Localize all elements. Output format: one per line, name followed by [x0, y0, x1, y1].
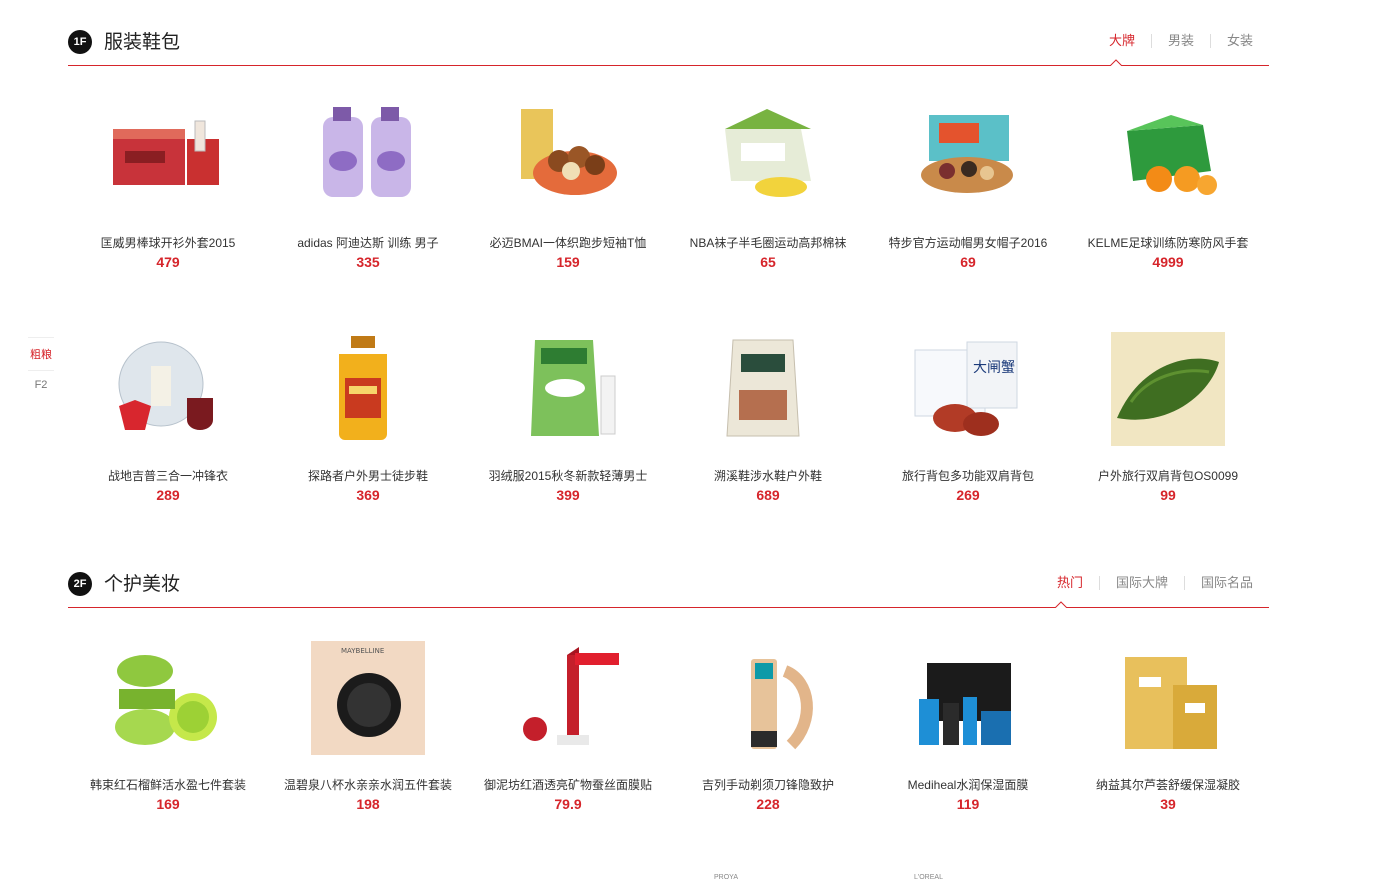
detergent-bottles-image[interactable]	[311, 99, 425, 213]
product-card[interactable]: 户外旅行双肩背包OS0099 99	[1068, 332, 1268, 503]
product-price: 119	[956, 796, 980, 812]
product-price: 69	[960, 254, 976, 270]
rice-bag-image[interactable]	[711, 332, 825, 446]
product-price: 39	[1160, 796, 1176, 812]
product-card[interactable]: 探路者户外男士徒步鞋 369	[268, 332, 468, 503]
crab-box-image[interactable]: 大闸蟹	[911, 332, 1025, 446]
product-card[interactable]: 大闸蟹旅行背包多功能双肩背包 269	[868, 332, 1068, 503]
product-name[interactable]: 旅行背包多功能双肩背包	[868, 468, 1068, 484]
nuts-bowl-image[interactable]	[511, 99, 625, 213]
peek-label-proya: PROYA	[714, 874, 738, 881]
floor-2-header: 2F 个护美妆 热门 国际大牌 国际名品	[68, 572, 1269, 608]
svg-text:大闸蟹: 大闸蟹	[973, 360, 1015, 376]
cushion-compact-image[interactable]: MAYBELLINE	[311, 641, 425, 755]
product-name[interactable]: 必迈BMAI一体织跑步短袖T恤	[468, 235, 668, 251]
tab-men[interactable]: 男装	[1150, 34, 1210, 48]
product-price: 335	[356, 254, 380, 270]
floor-badge: 1F	[68, 30, 92, 54]
floor-side-nav: 粗粮 F2	[28, 337, 54, 399]
floor-tabs: 大牌 男装 女装	[1093, 34, 1269, 48]
product-name[interactable]: KELME足球训练防寒防风手套	[1068, 235, 1268, 251]
active-tab-indicator	[1055, 601, 1067, 608]
product-card[interactable]: 御泥坊红酒透亮矿物蚕丝面膜贴 79.9	[468, 641, 668, 812]
product-price: 159	[556, 254, 580, 270]
peek-label-loreal: L'OREAL	[914, 874, 943, 881]
floor-1-header: 1F 服装鞋包 大牌 男装 女装	[68, 30, 1269, 66]
liquor-box-image[interactable]	[111, 99, 225, 213]
product-name[interactable]: adidas 阿迪达斯 训练 男子	[268, 235, 468, 251]
product-price: 289	[156, 487, 180, 503]
tab-intl-brands[interactable]: 国际大牌	[1098, 576, 1184, 590]
product-name[interactable]: 纳益其尔芦荟舒缓保湿凝胶	[1068, 777, 1268, 793]
product-card[interactable]: MAYBELLINE 温碧泉八杯水亲亲水润五件套装 198	[268, 641, 468, 812]
green-tea-image[interactable]	[1111, 332, 1225, 446]
gold-mask-image[interactable]	[1111, 641, 1225, 755]
floor-tabs: 热门 国际大牌 国际名品	[1041, 576, 1269, 590]
lipstick-image[interactable]	[511, 641, 625, 755]
floor-title: 服装鞋包	[104, 32, 181, 53]
product-card[interactable]: 战地吉普三合一冲锋衣 289	[68, 332, 268, 503]
product-name[interactable]: 御泥坊红酒透亮矿物蚕丝面膜贴	[468, 777, 668, 793]
product-card[interactable]: adidas 阿迪达斯 训练 男子 335	[268, 99, 468, 270]
product-price: 399	[556, 487, 580, 503]
product-card[interactable]: 韩束红石榴鲜活水盈七件套装 169	[68, 641, 268, 812]
product-card[interactable]: 溯溪鞋涉水鞋户外鞋 689	[668, 332, 868, 503]
product-card[interactable]: 纳益其尔芦荟舒缓保湿凝胶 39	[1068, 641, 1268, 812]
product-price: 228	[756, 796, 780, 812]
product-price: 479	[156, 254, 180, 270]
milk-powder-image[interactable]	[511, 332, 625, 446]
product-name[interactable]: 户外旅行双肩背包OS0099	[1068, 468, 1268, 484]
product-name[interactable]: 匡威男棒球开衫外套2015	[68, 235, 268, 251]
product-price: 79.9	[554, 796, 582, 812]
floor-badge: 2F	[68, 572, 92, 596]
tea-cake-image[interactable]	[111, 332, 225, 446]
mixed-nuts-image[interactable]	[911, 99, 1025, 213]
product-price: 65	[760, 254, 776, 270]
corn-box-image[interactable]	[711, 99, 825, 213]
floor-2: 2F 个护美妆 热门 国际大牌 国际名品 韩束红石榴鲜活水盈七件套装 169 MAY…	[68, 572, 1269, 812]
foundation-bottle-image[interactable]	[711, 641, 825, 755]
tab-intl-famous[interactable]: 国际名品	[1183, 576, 1269, 590]
product-price: 689	[756, 487, 780, 503]
tab-hot[interactable]: 热门	[1041, 576, 1099, 590]
floor-title: 个护美妆	[104, 574, 181, 595]
product-price: 99	[1160, 487, 1176, 503]
product-name[interactable]: 战地吉普三合一冲锋衣	[68, 468, 268, 484]
product-card[interactable]: 必迈BMAI一体织跑步短袖T恤 159	[468, 99, 668, 270]
product-price: 269	[956, 487, 980, 503]
product-price: 4999	[1152, 254, 1184, 270]
product-card[interactable]: Mediheal水润保湿面膜 119	[868, 641, 1068, 812]
product-card[interactable]: 吉列手动剃须刀锋隐致护 228	[668, 641, 868, 812]
product-name[interactable]: Mediheal水润保湿面膜	[868, 777, 1068, 793]
product-name[interactable]: 溯溪鞋涉水鞋户外鞋	[668, 468, 868, 484]
men-skincare-set-image[interactable]	[911, 641, 1025, 755]
product-name[interactable]: 温碧泉八杯水亲亲水润五件套装	[268, 777, 468, 793]
floor-1: 1F 服装鞋包 大牌 男装 女装 匡威男棒球开衫外套2015 479 adidas …	[68, 30, 1269, 503]
product-price: 169	[156, 796, 180, 812]
tab-women[interactable]: 女装	[1209, 34, 1269, 48]
product-name[interactable]: 韩束红石榴鲜活水盈七件套装	[68, 777, 268, 793]
product-price: 198	[356, 796, 380, 812]
product-card[interactable]: 匡威男棒球开衫外套2015 479	[68, 99, 268, 270]
tab-brands[interactable]: 大牌	[1093, 34, 1151, 48]
active-tab-indicator	[1110, 59, 1122, 66]
product-name[interactable]: NBA袜子半毛圈运动高邦棉袜	[668, 235, 868, 251]
product-card[interactable]: KELME足球训练防寒防风手套 4999	[1068, 99, 1268, 270]
svg-text:MAYBELLINE: MAYBELLINE	[341, 647, 384, 655]
product-name[interactable]: 探路者户外男士徒步鞋	[268, 468, 468, 484]
product-card[interactable]: 特步官方运动帽男女帽子2016 69	[868, 99, 1068, 270]
product-name[interactable]: 羽绒服2015秋冬新款轻薄男士	[468, 468, 668, 484]
aloe-gel-image[interactable]	[111, 641, 225, 755]
oil-bottle-image[interactable]	[311, 332, 425, 446]
product-card[interactable]: NBA袜子半毛圈运动高邦棉袜 65	[668, 99, 868, 270]
side-nav-item-cuiliang[interactable]: 粗粮	[28, 337, 54, 371]
product-name[interactable]: 吉列手动剃须刀锋隐致护	[668, 777, 868, 793]
side-nav-item-f2[interactable]: F2	[28, 371, 54, 399]
product-name[interactable]: 特步官方运动帽男女帽子2016	[868, 235, 1068, 251]
oranges-box-image[interactable]	[1111, 99, 1225, 213]
product-price: 369	[356, 487, 380, 503]
product-card[interactable]: 羽绒服2015秋冬新款轻薄男士 399	[468, 332, 668, 503]
